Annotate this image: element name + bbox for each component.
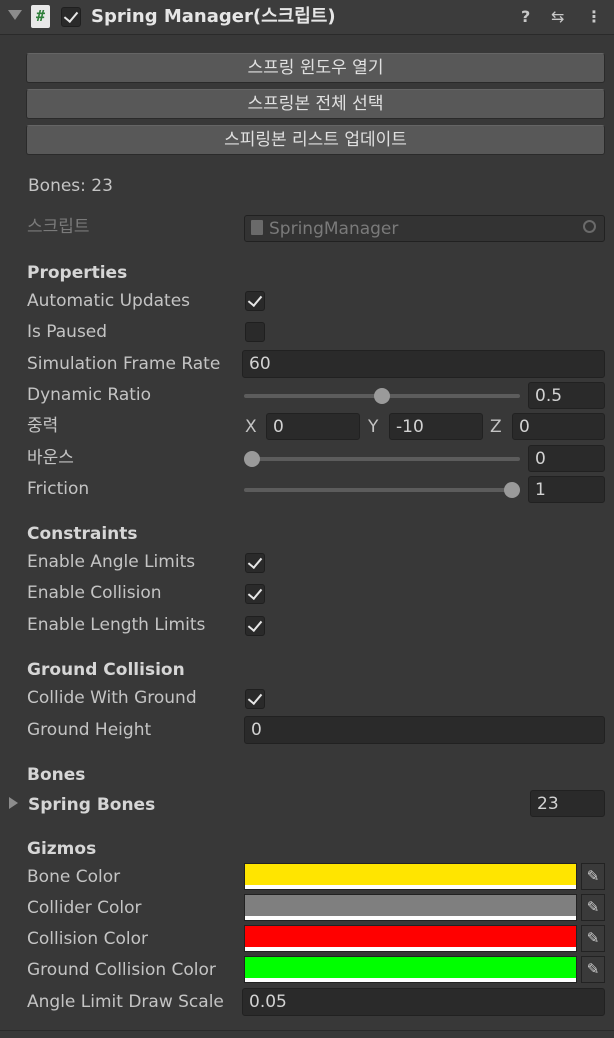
- ground-collision-heading: Ground Collision: [27, 660, 185, 680]
- bounce-slider-track[interactable]: [244, 457, 520, 461]
- constraints-heading: Constraints: [27, 524, 138, 544]
- ground-height-label: Ground Height: [27, 720, 152, 740]
- is-paused-label: Is Paused: [27, 322, 108, 342]
- script-file-icon: [251, 220, 263, 235]
- bounce-slider-thumb[interactable]: [244, 451, 260, 467]
- component-title: Spring Manager(스크립트): [91, 6, 336, 27]
- is-paused-checkbox[interactable]: [245, 322, 265, 342]
- open-spring-window-button[interactable]: 스프링 윈도우 열기: [26, 53, 605, 83]
- enable-angle-limits-checkbox[interactable]: [245, 553, 265, 573]
- preset-settings-icon[interactable]: ⇆: [551, 0, 564, 34]
- gravity-x-field[interactable]: 0: [266, 413, 360, 440]
- gravity-x-label: X: [245, 417, 257, 437]
- object-picker-icon: [583, 220, 596, 233]
- gizmos-heading: Gizmos: [27, 839, 97, 859]
- ground-collision-color-label: Ground Collision Color: [27, 960, 216, 980]
- context-menu-icon[interactable]: ⋮: [586, 0, 602, 34]
- ground-collision-color-swatch[interactable]: [244, 956, 577, 983]
- collide-with-ground-label: Collide With Ground: [27, 688, 197, 708]
- simulation-frame-rate-label: Simulation Frame Rate: [27, 354, 221, 374]
- update-springbone-list-button[interactable]: 스피링본 리스트 업데이트: [26, 125, 605, 155]
- bone-color-label: Bone Color: [27, 867, 121, 887]
- properties-heading: Properties: [27, 263, 128, 283]
- bottom-divider: [0, 1030, 614, 1031]
- enable-angle-limits-label: Enable Angle Limits: [27, 552, 196, 572]
- component-enabled-checkbox[interactable]: [61, 7, 81, 27]
- collider-color-swatch[interactable]: [244, 894, 577, 921]
- enable-length-limits-label: Enable Length Limits: [27, 615, 206, 635]
- enable-length-limits-checkbox[interactable]: [245, 616, 265, 636]
- enable-collision-checkbox[interactable]: [245, 584, 265, 604]
- spring-bones-size-field[interactable]: 23: [530, 790, 605, 817]
- bones-count-text: Bones: 23: [28, 176, 113, 196]
- angle-limit-draw-scale-field[interactable]: 0.05: [242, 988, 605, 1016]
- gravity-z-label: Z: [490, 417, 502, 437]
- automatic-updates-checkbox[interactable]: [245, 291, 265, 311]
- foldout-arrow-icon[interactable]: [8, 10, 22, 20]
- eyedropper-icon[interactable]: ✎: [581, 925, 605, 952]
- bones-heading: Bones: [27, 765, 86, 785]
- gravity-z-field[interactable]: 0: [512, 413, 605, 440]
- bounce-label: 바운스: [27, 448, 74, 468]
- spring-bones-label[interactable]: Spring Bones: [28, 793, 155, 817]
- gravity-label: 중력: [27, 416, 59, 436]
- eyedropper-icon[interactable]: ✎: [581, 956, 605, 983]
- collider-color-label: Collider Color: [27, 898, 142, 918]
- component-header: # Spring Manager(스크립트) ? ⇆ ⋮: [0, 0, 614, 35]
- angle-limit-draw-scale-label: Angle Limit Draw Scale: [27, 992, 224, 1012]
- automatic-updates-label: Automatic Updates: [27, 291, 191, 311]
- help-icon[interactable]: ?: [521, 0, 530, 34]
- collision-color-label: Collision Color: [27, 929, 148, 949]
- collision-color-swatch[interactable]: [244, 925, 577, 952]
- simulation-frame-rate-field[interactable]: 60: [242, 350, 605, 378]
- dynamic-ratio-slider-thumb[interactable]: [374, 388, 390, 404]
- select-all-springbones-button[interactable]: 스프링본 전체 선택: [26, 89, 605, 119]
- eyedropper-icon[interactable]: ✎: [581, 863, 605, 890]
- friction-slider-thumb[interactable]: [504, 482, 520, 498]
- friction-slider-track[interactable]: [244, 488, 520, 492]
- dynamic-ratio-field[interactable]: 0.5: [528, 382, 605, 409]
- eyedropper-icon[interactable]: ✎: [581, 894, 605, 921]
- bounce-field[interactable]: 0: [528, 445, 605, 472]
- script-object-field: SpringManager: [244, 215, 605, 242]
- collide-with-ground-checkbox[interactable]: [245, 689, 265, 709]
- gravity-y-field[interactable]: -10: [389, 413, 483, 440]
- script-label: 스크립트: [27, 217, 90, 237]
- spring-bones-foldout-icon[interactable]: [9, 797, 18, 809]
- gravity-y-label: Y: [368, 417, 379, 437]
- script-icon: #: [31, 5, 50, 28]
- enable-collision-label: Enable Collision: [27, 583, 162, 603]
- script-object-name: SpringManager: [269, 219, 399, 239]
- dynamic-ratio-label: Dynamic Ratio: [27, 385, 152, 405]
- friction-field[interactable]: 1: [528, 476, 605, 503]
- friction-label: Friction: [27, 479, 90, 499]
- bone-color-swatch[interactable]: [244, 863, 577, 890]
- ground-height-field[interactable]: 0: [244, 716, 605, 744]
